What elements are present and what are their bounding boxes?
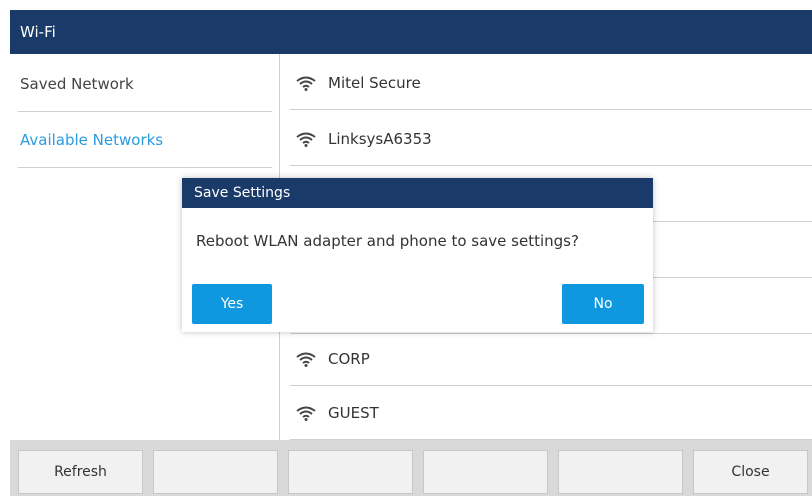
wifi-icon (296, 406, 316, 421)
wifi-icon (296, 76, 316, 91)
no-button[interactable]: No (562, 284, 644, 324)
window-title: Wi-Fi (10, 10, 812, 54)
wifi-icon (296, 352, 316, 367)
network-item[interactable]: Mitel Secure (290, 56, 812, 110)
softkey-4[interactable] (423, 450, 548, 494)
network-item[interactable]: CORP (290, 332, 812, 386)
yes-button[interactable]: Yes (192, 284, 272, 324)
dialog-title: Save Settings (182, 178, 653, 208)
softkey-5[interactable] (558, 450, 683, 494)
sidebar-item-saved-network[interactable]: Saved Network (18, 56, 272, 112)
network-name: GUEST (328, 403, 379, 422)
softkey-2[interactable] (153, 450, 278, 494)
network-name: CORP (328, 349, 370, 368)
close-button[interactable]: Close (693, 450, 808, 494)
network-item[interactable]: GUEST (290, 386, 812, 440)
save-settings-dialog: Save Settings Reboot WLAN adapter and ph… (182, 178, 653, 332)
network-item[interactable]: LinksysA6353 (290, 112, 812, 166)
sidebar-item-available-networks[interactable]: Available Networks (18, 112, 272, 168)
softkey-bar: Refresh Close (10, 440, 812, 496)
network-name: LinksysA6353 (328, 129, 432, 148)
softkey-3[interactable] (288, 450, 413, 494)
wifi-icon (296, 132, 316, 147)
refresh-button[interactable]: Refresh (18, 450, 143, 494)
dialog-message: Reboot WLAN adapter and phone to save se… (196, 232, 579, 250)
network-name: Mitel Secure (328, 73, 421, 92)
